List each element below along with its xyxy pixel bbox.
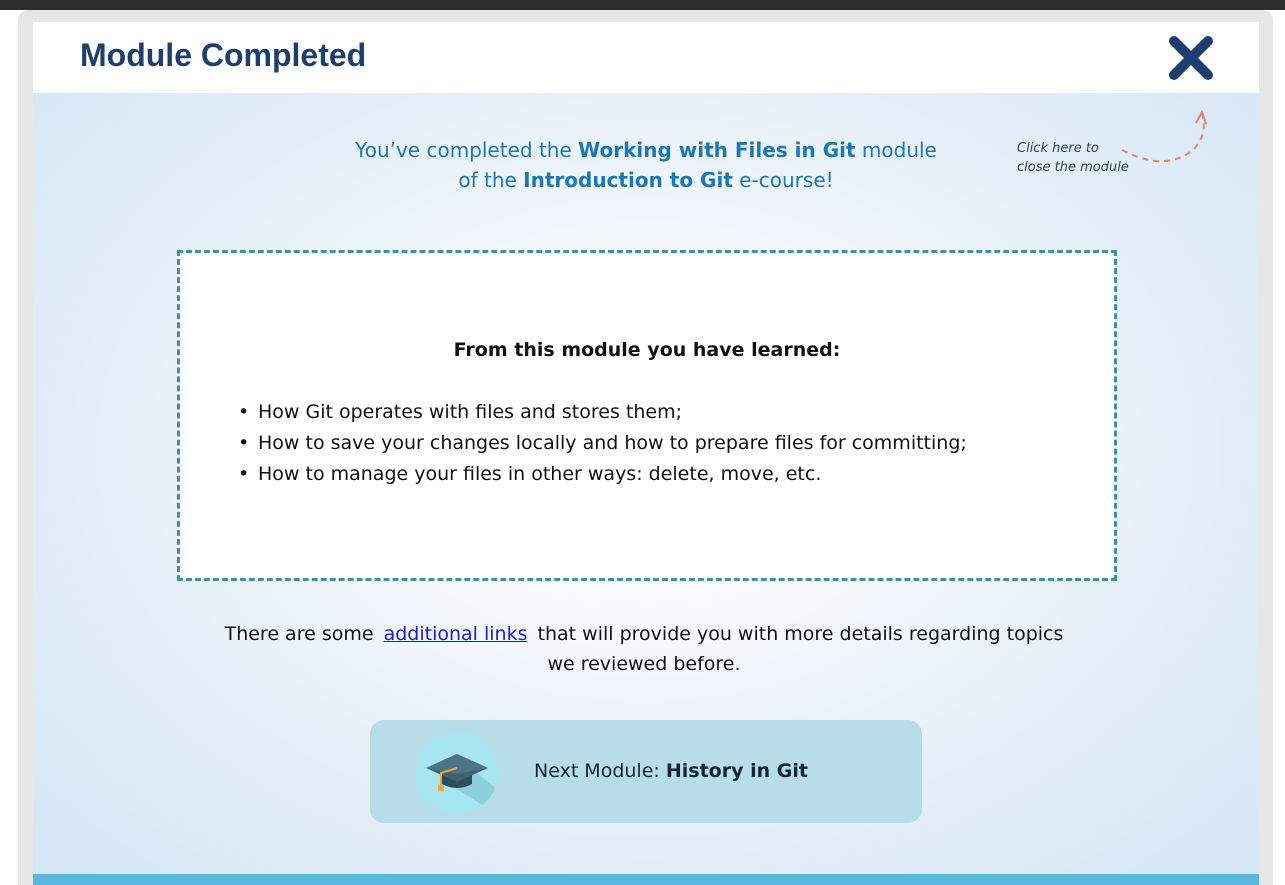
- additional-prefix: There are some: [224, 623, 374, 645]
- module-name: Working with Files in Git: [578, 138, 856, 162]
- bottom-bar: [33, 874, 1259, 885]
- intro-middle: module: [861, 138, 937, 162]
- additional-line2: we reviewed before.: [547, 653, 741, 675]
- close-hint-line1: Click here to: [1017, 141, 1099, 156]
- completion-message: You’ve completed the Working with Files …: [303, 135, 989, 195]
- additional-links-link[interactable]: additional links: [380, 623, 532, 645]
- close-hint: Click here to close the module: [1017, 139, 1129, 177]
- course-name: Introduction to Git: [523, 168, 733, 192]
- next-module-icon-badge: [416, 732, 498, 814]
- intro-line2-prefix: of the: [458, 168, 517, 192]
- additional-links-text: There are some additional links that wil…: [177, 619, 1111, 679]
- learning-summary-box: From this module you have learned: How G…: [177, 250, 1117, 581]
- next-module-prefix: Next Module:: [534, 760, 660, 782]
- intro-prefix: You’ve completed the: [355, 138, 572, 162]
- next-module-label: Next Module: History in Git: [534, 758, 808, 784]
- close-hint-line2: close the module: [1017, 160, 1129, 175]
- close-icon: [1169, 36, 1213, 80]
- module-completed-dialog: Module Completed You’ve completed the Wo…: [33, 22, 1259, 885]
- top-strip: [0, 0, 1285, 10]
- learning-summary-title: From this module you have learned:: [453, 339, 841, 361]
- next-module-name: History in Git: [665, 760, 808, 782]
- graduation-cap-icon: [426, 754, 498, 814]
- close-button[interactable]: [1163, 30, 1219, 86]
- intro-suffix: e-course!: [739, 168, 834, 192]
- dialog-title: Module Completed: [80, 37, 367, 73]
- list-item: How to manage your files in other ways: …: [236, 459, 967, 490]
- learning-list: How Git operates with files and stores t…: [236, 397, 967, 490]
- list-item: How Git operates with files and stores t…: [236, 397, 967, 428]
- additional-suffix: that will provide you with more details …: [537, 623, 1064, 645]
- next-module-button[interactable]: Next Module: History in Git: [370, 720, 922, 823]
- dialog-header: Module Completed: [33, 22, 1259, 93]
- curved-arrow-icon: [1121, 109, 1207, 163]
- list-item: How to save your changes locally and how…: [236, 428, 967, 459]
- dialog-body: You’ve completed the Working with Files …: [33, 93, 1259, 885]
